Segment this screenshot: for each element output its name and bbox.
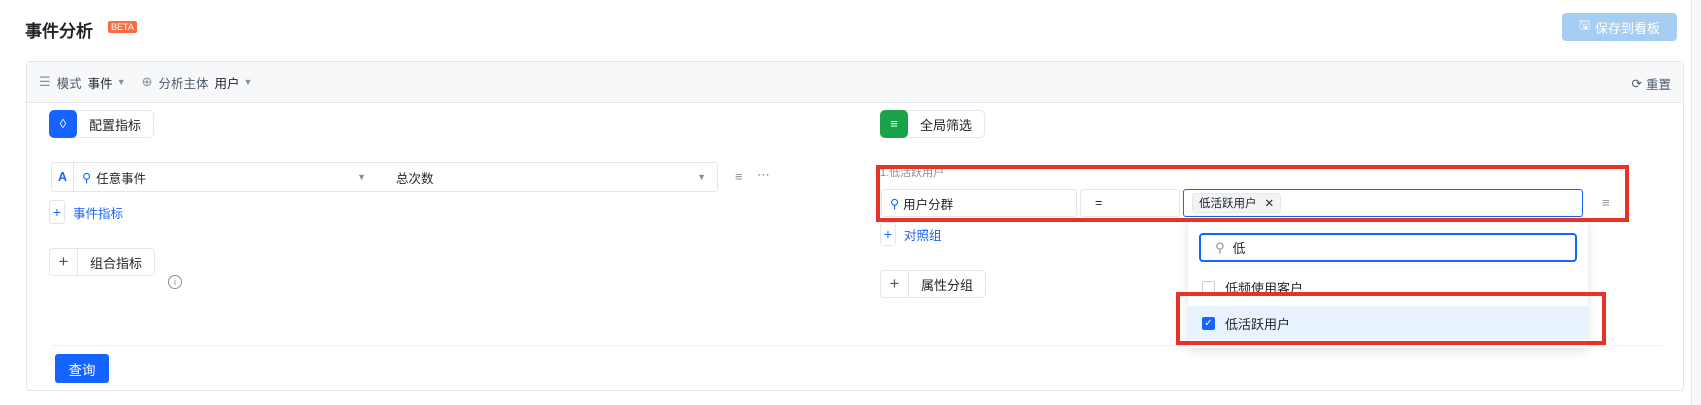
- search-icon: ⚲: [1215, 239, 1225, 255]
- list-icon: ☰: [39, 74, 51, 89]
- page-title: 事件分析: [25, 22, 93, 41]
- reset-button[interactable]: ⟳ 重置: [1632, 74, 1672, 93]
- mode-selector[interactable]: ☰ 模式 事件 ▼: [39, 73, 126, 92]
- chevron-down-icon: ▼: [243, 77, 253, 87]
- metric-row-letter: A: [52, 163, 74, 191]
- crosshair-icon: ⊕: [141, 74, 153, 89]
- add-compare-group-label: 对照组: [904, 228, 942, 243]
- property-group-label: 属性分组: [921, 277, 974, 293]
- add-compare-group-button[interactable]: + 对照组: [880, 222, 942, 246]
- chevron-down-icon: ▼: [697, 172, 706, 182]
- add-event-metric-label: 事件指标: [73, 206, 124, 221]
- save-label: 保存到看板: [1595, 20, 1661, 36]
- filter-icon: ≡: [880, 109, 908, 138]
- add-filter-icon[interactable]: ≡: [735, 169, 743, 184]
- refresh-icon: ⟳: [1631, 77, 1642, 91]
- subject-label: 分析主体: [158, 76, 209, 91]
- more-icon[interactable]: ⋯: [757, 167, 770, 183]
- property-group-button[interactable]: + 属性分组: [880, 270, 987, 298]
- plus-icon: +: [881, 271, 909, 297]
- event-select[interactable]: ⚲ 任意事件 ▼: [74, 168, 374, 187]
- query-button[interactable]: 查询: [55, 354, 109, 383]
- metric-row-a: A ⚲ 任意事件 ▼ 总次数 ▼: [51, 162, 718, 192]
- chevron-down-icon: ▼: [357, 172, 366, 182]
- highlight-box-filter: [876, 165, 1629, 222]
- info-icon[interactable]: i: [168, 275, 182, 289]
- dropdown-search-input[interactable]: ⚲ 低: [1199, 233, 1577, 262]
- subject-value: 用户: [214, 76, 240, 91]
- mode-value: 事件: [87, 76, 113, 91]
- mode-label: 模式: [56, 76, 82, 91]
- add-event-metric-button[interactable]: + 事件指标: [49, 200, 123, 224]
- filter-section-label: 全局筛选: [920, 117, 973, 133]
- combo-metric-label: 组合指标: [90, 255, 143, 271]
- plus-icon: +: [49, 200, 65, 224]
- highlight-box-option: [1176, 292, 1606, 345]
- layers-icon: ◊: [49, 109, 77, 138]
- filter-section-header: ≡ 全局筛选: [880, 109, 986, 138]
- metrics-section-label: 配置指标: [89, 117, 142, 133]
- subject-selector[interactable]: ⊕ 分析主体 用户 ▼: [142, 73, 253, 92]
- measure-select[interactable]: 总次数 ▼: [374, 168, 714, 187]
- reset-label: 重置: [1645, 78, 1671, 92]
- analysis-toolbar: ☰ 模式 事件 ▼ ⊕ 分析主体 用户 ▼ ⟳ 重置: [27, 62, 1683, 103]
- search-icon: ⚲: [82, 170, 92, 185]
- chevron-down-icon: ▼: [116, 77, 126, 87]
- combo-metric-button[interactable]: + 组合指标: [49, 248, 156, 276]
- save-icon: 🖫: [1578, 17, 1591, 32]
- plus-icon: +: [50, 249, 78, 275]
- beta-badge: BETA: [108, 21, 137, 33]
- dropdown-search-value: 低: [1232, 241, 1246, 256]
- measure-value: 总次数: [396, 171, 434, 186]
- page: 事件分析 BETA 🖫 保存到看板 ☰ 模式 事件 ▼ ⊕ 分析主体 用户 ▼ ⟳ …: [0, 0, 1692, 405]
- save-to-dashboard-button[interactable]: 🖫 保存到看板: [1562, 13, 1677, 41]
- metrics-section-header: ◊ 配置指标: [49, 109, 155, 138]
- event-value: 任意事件: [96, 171, 147, 186]
- plus-icon: +: [880, 222, 896, 246]
